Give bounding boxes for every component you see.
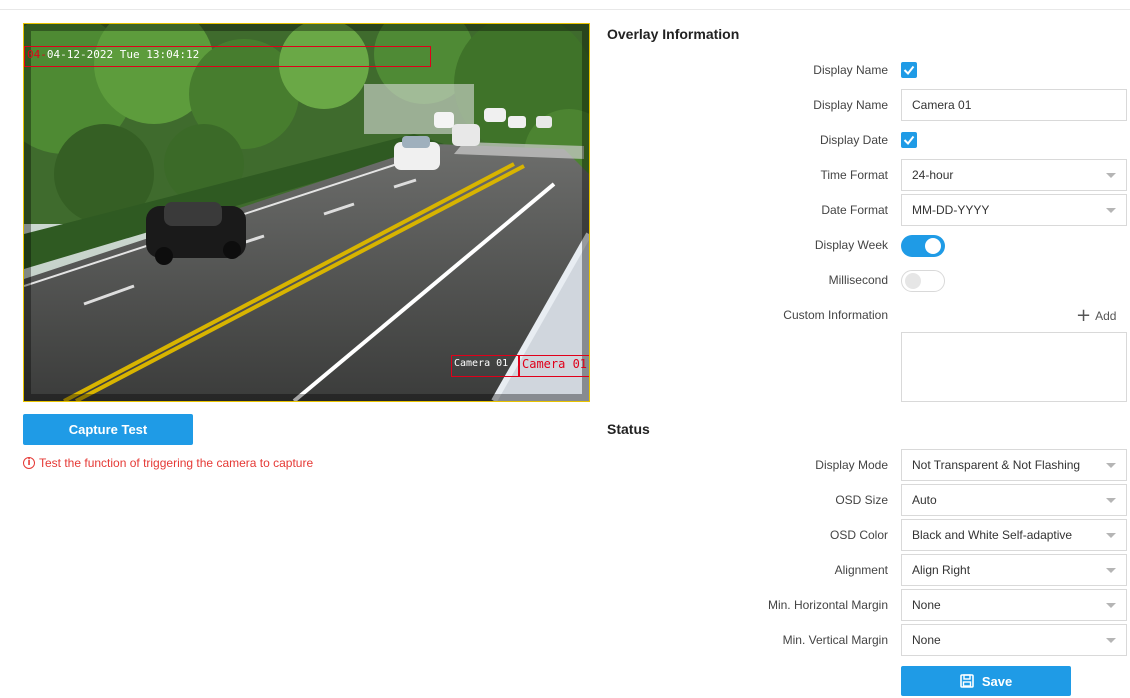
osd-camera-name-overlay: Camera 01 [451, 355, 519, 377]
min-vertical-margin-row: Min. Vertical Margin None [600, 624, 1130, 656]
capture-hint: i Test the function of triggering the ca… [23, 456, 313, 470]
display-date-checkbox[interactable] [901, 132, 917, 148]
display-mode-value: Not Transparent & Not Flashing [912, 458, 1081, 472]
chevron-down-icon [1106, 208, 1116, 213]
date-format-label: Date Format [821, 203, 888, 217]
min-vertical-margin-label: Min. Vertical Margin [782, 633, 888, 647]
osd-size-row: OSD Size Auto [600, 484, 1130, 516]
add-custom-information-button[interactable]: + Add [1076, 306, 1116, 326]
toggle-knob [905, 273, 921, 289]
millisecond-toggle[interactable] [901, 270, 945, 292]
display-mode-row: Display Mode Not Transparent & Not Flash… [600, 449, 1130, 481]
min-horizontal-margin-label: Min. Horizontal Margin [767, 598, 888, 612]
time-format-row: Time Format 24-hour [600, 159, 1130, 191]
osd-size-label: OSD Size [835, 493, 888, 507]
time-format-select[interactable]: 24-hour [901, 159, 1127, 191]
check-icon [903, 65, 915, 76]
display-name-checkbox[interactable] [901, 62, 917, 78]
display-name-row: Display Name Camera 01 [600, 89, 1130, 121]
toggle-knob [925, 238, 941, 254]
info-icon: i [23, 457, 35, 469]
alignment-label: Alignment [834, 563, 888, 577]
chevron-down-icon [1106, 638, 1116, 643]
display-name-check-label: Display Name [813, 63, 888, 77]
custom-information-row: Custom Information [600, 299, 1130, 331]
date-format-value: MM-DD-YYYY [912, 203, 990, 217]
status-title: Status [607, 421, 650, 437]
chevron-down-icon [1106, 603, 1116, 608]
min-horizontal-margin-row: Min. Horizontal Margin None [600, 589, 1130, 621]
display-week-row: Display Week [600, 229, 1130, 261]
display-date-label: Display Date [819, 133, 888, 147]
custom-information-textarea[interactable] [901, 332, 1127, 402]
time-format-label: Time Format [820, 168, 888, 182]
display-name-label: Display Name [813, 98, 888, 112]
chevron-down-icon [1106, 463, 1116, 468]
display-mode-select[interactable]: Not Transparent & Not Flashing [901, 449, 1127, 481]
osd-camera-name-overlay-red: Camera 01 [519, 355, 589, 377]
time-format-value: 24-hour [912, 168, 954, 182]
display-name-input[interactable]: Camera 01 [901, 89, 1127, 121]
custom-information-label: Custom Information [783, 308, 888, 322]
millisecond-label: Millisecond [828, 273, 888, 287]
date-format-select[interactable]: MM-DD-YYYY [901, 194, 1127, 226]
display-week-toggle[interactable] [901, 235, 945, 257]
osd-color-label: OSD Color [829, 528, 888, 542]
check-icon [903, 135, 915, 146]
street-scene-image [24, 24, 589, 401]
min-horizontal-margin-select[interactable]: None [901, 589, 1127, 621]
min-vertical-margin-select[interactable]: None [901, 624, 1127, 656]
alignment-select[interactable]: Align Right [901, 554, 1127, 586]
plus-icon: + [1076, 305, 1092, 326]
save-label: Save [981, 673, 1013, 689]
save-button[interactable]: Save [901, 666, 1071, 696]
osd-date-overlay: 04-04-12-2022 Tue 13:04:12 [24, 46, 431, 67]
top-divider [0, 9, 1130, 10]
alignment-value: Align Right [912, 563, 971, 577]
camera-preview[interactable]: 04-04-12-2022 Tue 13:04:12 Camera 01 Cam… [23, 23, 590, 402]
overlay-information-title: Overlay Information [607, 26, 740, 42]
chevron-down-icon [1106, 498, 1116, 503]
millisecond-row: Millisecond [600, 264, 1130, 296]
save-icon [960, 674, 974, 688]
display-date-row: Display Date [600, 124, 1130, 156]
date-format-row: Date Format MM-DD-YYYY [600, 194, 1130, 226]
osd-color-row: OSD Color Black and White Self-adaptive [600, 519, 1130, 551]
alignment-row: Alignment Align Right [600, 554, 1130, 586]
capture-hint-text: Test the function of triggering the came… [39, 456, 314, 470]
osd-color-value: Black and White Self-adaptive [912, 528, 1073, 542]
chevron-down-icon [1106, 533, 1116, 538]
chevron-down-icon [1106, 173, 1116, 178]
add-label: Add [1095, 309, 1117, 323]
min-horizontal-margin-value: None [912, 598, 941, 612]
osd-size-select[interactable]: Auto [901, 484, 1127, 516]
display-name-check-row: Display Name [600, 54, 1130, 86]
osd-size-value: Auto [912, 493, 937, 507]
display-mode-label: Display Mode [815, 458, 888, 472]
min-vertical-margin-value: None [912, 633, 941, 647]
capture-test-button[interactable]: Capture Test [23, 414, 193, 445]
chevron-down-icon [1106, 568, 1116, 573]
display-week-label: Display Week [814, 238, 888, 252]
osd-color-select[interactable]: Black and White Self-adaptive [901, 519, 1127, 551]
